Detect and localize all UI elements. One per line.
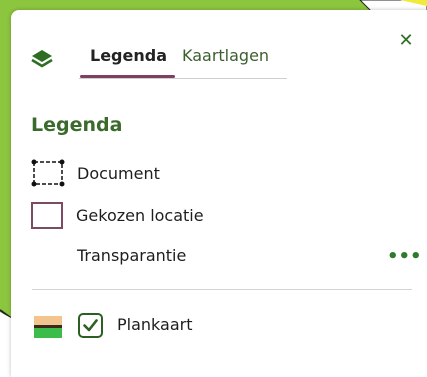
divider bbox=[32, 289, 412, 290]
document-outline-icon bbox=[31, 159, 65, 187]
legend-title: Legenda bbox=[31, 114, 123, 136]
legend-item-chosen-location: Gekozen locatie bbox=[31, 199, 204, 231]
legend-item-label: Gekozen locatie bbox=[76, 205, 204, 225]
tab-kaartlagen[interactable]: Kaartlagen bbox=[182, 45, 269, 75]
legend-panel: ✕ Legenda Kaartlagen Legenda Document Ge… bbox=[11, 10, 427, 377]
more-options-button[interactable]: ••• bbox=[387, 246, 422, 267]
legend-item-label: Document bbox=[77, 163, 160, 183]
tab-bar: Legenda Kaartlagen bbox=[79, 45, 287, 79]
checkmark-icon bbox=[83, 319, 98, 332]
plankaart-layer-icon bbox=[34, 316, 62, 338]
chosen-location-icon bbox=[31, 201, 63, 229]
layers-icon bbox=[31, 48, 53, 70]
plankaart-label: Plankaart bbox=[117, 315, 193, 334]
tab-legenda[interactable]: Legenda bbox=[80, 45, 175, 78]
plankaart-checkbox[interactable] bbox=[78, 313, 103, 338]
close-icon[interactable]: ✕ bbox=[397, 32, 415, 50]
legend-item-document: Document bbox=[31, 157, 160, 189]
transparency-label: Transparantie bbox=[77, 246, 187, 265]
